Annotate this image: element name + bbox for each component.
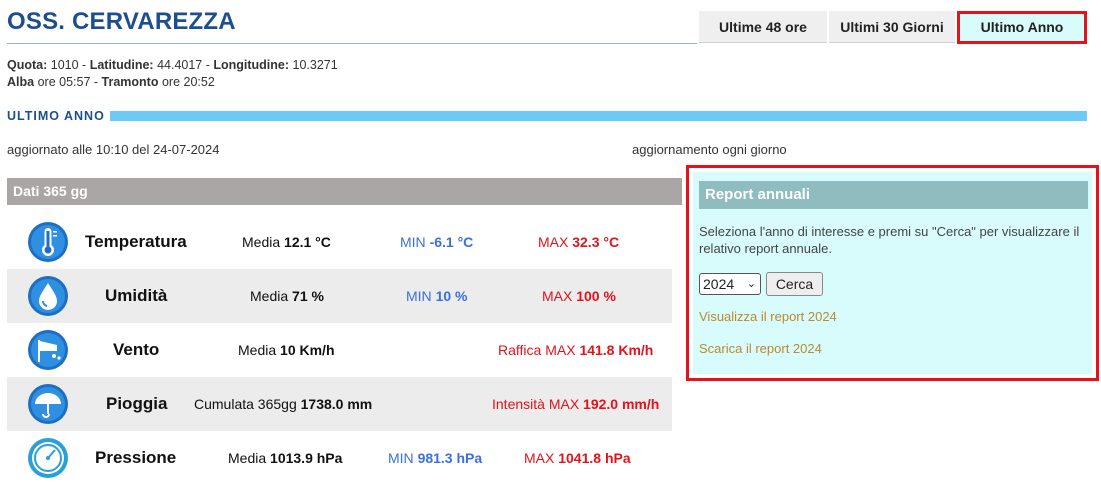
- mean-label: Media: [228, 450, 267, 466]
- row-label-humidity: Umidità: [105, 286, 168, 305]
- year-select-value: 2024: [703, 276, 735, 292]
- table-row-humidity: Umidità Media 71 % MIN 10 % MAX 100 %: [7, 269, 672, 323]
- title-divider: [7, 43, 697, 44]
- pressure-mean: Media 1013.9 hPa: [228, 431, 342, 485]
- intensity-max-value: 192.0 mm/h: [583, 396, 660, 412]
- view-report-link[interactable]: Visualizza il report 2024: [699, 309, 837, 324]
- longitude-label: Longitudine:: [213, 58, 290, 72]
- section-title: ULTIMO ANNO: [7, 109, 105, 123]
- mean-value: 1013.9 hPa: [270, 450, 343, 466]
- report-description: Seleziona l'anno di interesse e premi su…: [699, 224, 1080, 256]
- section-header: ULTIMO ANNO: [7, 109, 1087, 123]
- pressure-max: MAX 1041.8 hPa: [524, 431, 631, 485]
- annual-report-body: Report annuali Seleziona l'anno di inter…: [693, 172, 1092, 374]
- max-value: 100 %: [576, 288, 616, 304]
- temperature-min: MIN -6.1 °C: [400, 215, 473, 269]
- section-bar: [109, 111, 1087, 121]
- humidity-min: MIN 10 %: [406, 269, 467, 323]
- search-button[interactable]: Cerca: [766, 272, 823, 296]
- temperature-max: MAX 32.3 °C: [538, 215, 619, 269]
- row-label-wind: Vento: [113, 340, 160, 359]
- mean-label: Media: [238, 342, 277, 358]
- temperature-mean: Media 12.1 °C: [242, 215, 331, 269]
- mean-label: Media: [242, 234, 281, 250]
- report-title: Report annuali: [699, 181, 1088, 209]
- humidity-max: MAX 100 %: [542, 269, 616, 323]
- min-value: -6.1 °C: [429, 234, 474, 250]
- quota-label: Quota:: [7, 58, 48, 72]
- intensity-max-label: Intensità MAX: [492, 396, 580, 412]
- row-label-temperature: Temperatura: [85, 232, 187, 251]
- rain-intensity-max: Intensità MAX 192.0 mm/h: [492, 377, 659, 431]
- max-label: MAX: [542, 288, 573, 304]
- min-value: 10 %: [435, 288, 468, 304]
- max-value: 1041.8 hPa: [558, 450, 631, 466]
- download-report-link[interactable]: Scarica il report 2024: [699, 341, 822, 356]
- chevron-down-icon: ⌄: [746, 278, 756, 290]
- thermometer-icon: [28, 222, 68, 262]
- table-row-wind: Vento Media 10 Km/h Raffica MAX 141.8 Km…: [7, 323, 672, 377]
- min-value: 981.3 hPa: [417, 450, 483, 466]
- min-label: MIN: [388, 450, 414, 466]
- annual-report-panel: Report annuali Seleziona l'anno di inter…: [686, 165, 1099, 381]
- wind-gust-max: Raffica MAX 141.8 Km/h: [498, 323, 653, 377]
- data-table-header: Dati 365 gg: [7, 178, 682, 205]
- longitude-value: 10.3271: [292, 58, 338, 72]
- humidity-mean: Media 71 %: [250, 269, 324, 323]
- wind-mean: Media 10 Km/h: [238, 323, 335, 377]
- pressure-min: MIN 981.3 hPa: [388, 431, 482, 485]
- sunrise-label: Alba: [7, 75, 35, 89]
- barometer-icon: [28, 438, 68, 478]
- tab-last-year[interactable]: Ultimo Anno: [957, 11, 1087, 44]
- row-label-pressure: Pressione: [95, 448, 177, 467]
- gust-max-value: 141.8 Km/h: [579, 342, 654, 358]
- cumulative-label: Cumulata 365gg: [194, 396, 297, 412]
- max-value: 32.3 °C: [572, 234, 620, 250]
- table-row-temperature: Temperatura Media 12.1 °C MIN -6.1 °C MA…: [7, 215, 672, 269]
- latitude-label: Latitudine:: [89, 58, 154, 72]
- sunset-value: ore 20:52: [161, 75, 215, 89]
- station-title: OSS. CERVAREZZA: [7, 8, 236, 35]
- mean-value: 10 Km/h: [280, 342, 335, 358]
- data-table: Temperatura Media 12.1 °C MIN -6.1 °C MA…: [7, 215, 672, 485]
- rain-cumulative: Cumulata 365gg 1738.0 mm: [194, 377, 372, 431]
- quota-value: 1010: [50, 58, 79, 72]
- latitude-value: 44.4017: [157, 58, 203, 72]
- mean-value: 71 %: [292, 288, 324, 304]
- tab-last-30-days[interactable]: Ultimi 30 Giorni: [829, 11, 955, 43]
- min-label: MIN: [406, 288, 432, 304]
- mean-value: 12.1 °C: [284, 234, 331, 250]
- sunset-label: Tramonto: [101, 75, 159, 89]
- station-meta: Quota: 1010 - Latitudine: 44.4017 - Long…: [7, 58, 338, 89]
- tab-last-48-hours[interactable]: Ultime 48 ore: [699, 11, 827, 43]
- cumulative-value: 1738.0 mm: [300, 396, 373, 412]
- wind-icon: [28, 330, 68, 370]
- table-row-pressure: Pressione Media 1013.9 hPa MIN 981.3 hPa…: [7, 431, 672, 485]
- humidity-drop-icon: [28, 276, 68, 316]
- min-label: MIN: [400, 234, 426, 250]
- period-tabs: Ultime 48 ore Ultimi 30 Giorni Ultimo An…: [699, 11, 1089, 44]
- umbrella-rain-icon: [28, 384, 68, 424]
- gust-max-label: Raffica MAX: [498, 342, 576, 358]
- max-label: MAX: [524, 450, 555, 466]
- row-label-rain: Pioggia: [106, 394, 168, 413]
- mean-label: Media: [250, 288, 289, 304]
- last-updated-text: aggiornato alle 10:10 del 24-07-2024: [7, 142, 220, 157]
- year-select[interactable]: 2024 ⌄: [699, 273, 761, 295]
- table-row-rain: Pioggia Cumulata 365gg 1738.0 mm Intensi…: [7, 377, 672, 431]
- max-label: MAX: [538, 234, 569, 250]
- sunrise-value: ore 05:57: [37, 75, 91, 89]
- update-frequency-text: aggiornamento ogni giorno: [632, 142, 787, 157]
